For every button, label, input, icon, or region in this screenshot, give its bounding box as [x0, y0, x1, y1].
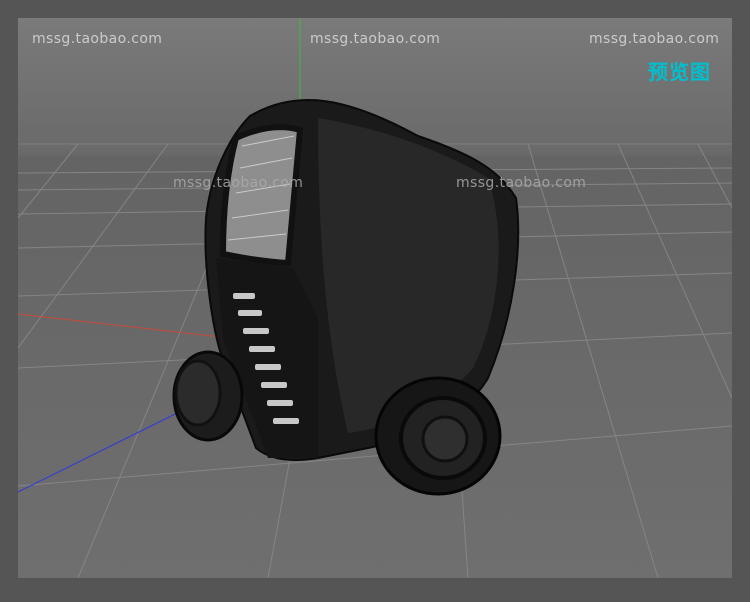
watermark-text: mssg.taobao.com [456, 175, 587, 191]
preview-label: 预览图 [648, 60, 711, 84]
viewport-scene [18, 18, 732, 578]
watermark-text: mssg.taobao.com [173, 175, 304, 191]
gas-mask-model[interactable] [172, 99, 520, 496]
3d-viewport[interactable] [18, 18, 732, 578]
watermark-text: mssg.taobao.com [32, 31, 163, 47]
watermark-text: mssg.taobao.com [310, 31, 441, 47]
render-frame: mssg.taobao.com mssg.taobao.com mssg.tao… [0, 0, 750, 602]
watermark-text: mssg.taobao.com [589, 31, 720, 47]
